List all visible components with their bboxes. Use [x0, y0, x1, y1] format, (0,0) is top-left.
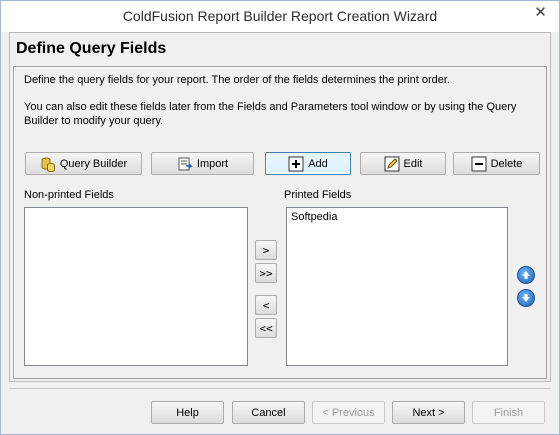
wizard-window: ColdFusion Report Builder Report Creatio… [0, 0, 560, 435]
finish-button[interactable]: Finish [472, 401, 545, 424]
move-right-button[interactable]: > [255, 240, 277, 260]
move-left-button[interactable]: < [255, 295, 277, 315]
import-label: Import [196, 157, 229, 170]
close-icon: ✕ [534, 3, 547, 21]
next-label: Next > [412, 406, 445, 419]
window-title: ColdFusion Report Builder Report Creatio… [122, 8, 438, 24]
edit-button[interactable]: Edit [360, 152, 446, 175]
help-label: Help [176, 406, 199, 419]
help-button[interactable]: Help [151, 401, 224, 424]
move-left-label: < [262, 298, 270, 312]
move-right-label: > [262, 243, 270, 257]
move-up-button[interactable] [517, 266, 535, 284]
pencil-icon [384, 156, 400, 171]
page-title: Define Query Fields [16, 40, 167, 57]
printed-fields-list[interactable]: Softpedia [286, 207, 508, 366]
move-all-left-button[interactable]: << [255, 318, 277, 338]
arrow-down-icon [522, 294, 530, 302]
add-label: Add [308, 157, 328, 170]
plus-icon [288, 156, 304, 171]
next-button[interactable]: Next > [392, 401, 465, 424]
non-printed-fields-list[interactable] [24, 207, 248, 366]
cancel-label: Cancel [251, 406, 286, 419]
move-all-right-label: >> [259, 266, 273, 280]
close-button[interactable]: ✕ [524, 1, 557, 23]
cancel-button[interactable]: Cancel [232, 401, 305, 424]
arrow-up-icon [522, 271, 530, 279]
previous-label: < Previous [322, 406, 375, 419]
move-all-right-button[interactable]: >> [255, 263, 277, 283]
footer-divider [9, 388, 551, 389]
move-all-left-label: << [259, 321, 273, 335]
minus-icon [471, 156, 487, 171]
query-builder-button[interactable]: Query Builder [25, 152, 142, 175]
delete-button[interactable]: Delete [453, 152, 540, 175]
list-item[interactable]: Softpedia [287, 208, 507, 226]
content-panel: Define the query fields for your report.… [13, 66, 547, 379]
query-builder-label: Query Builder [59, 157, 128, 170]
previous-button[interactable]: < Previous [312, 401, 385, 424]
description-text: Define the query fields for your report.… [24, 74, 450, 86]
move-down-button[interactable] [517, 289, 535, 307]
import-icon [178, 157, 193, 170]
import-button[interactable]: Import [151, 152, 254, 175]
title-bar: ColdFusion Report Builder Report Creatio… [1, 1, 559, 32]
description-text-2: You can also edit these fields later fro… [24, 101, 517, 127]
finish-label: Finish [493, 406, 524, 419]
delete-label: Delete [490, 157, 523, 170]
wizard-page: Define Query Fields Define the query fie… [9, 32, 551, 382]
printed-fields-label: Printed Fields [284, 189, 352, 201]
non-printed-fields-label: Non-printed Fields [24, 189, 114, 201]
add-button[interactable]: Add [265, 152, 351, 175]
database-icon [41, 157, 55, 172]
edit-label: Edit [403, 157, 423, 170]
